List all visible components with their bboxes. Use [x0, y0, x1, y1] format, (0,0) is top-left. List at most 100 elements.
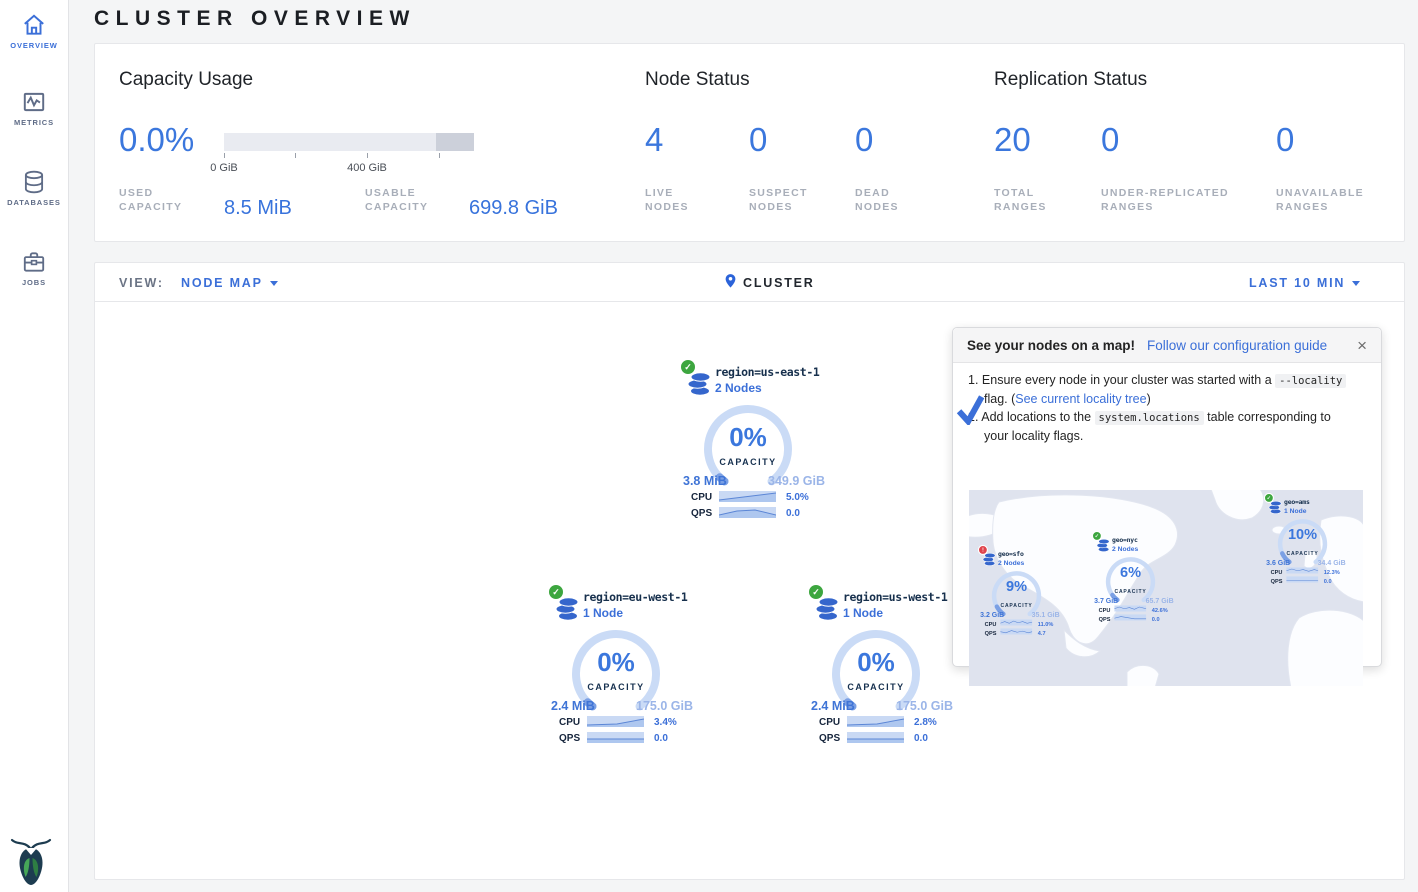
capacity-label: CAPACITY — [561, 682, 671, 692]
node-count-link[interactable]: 2 Nodes — [715, 381, 762, 395]
chevron-down-icon — [1352, 281, 1360, 286]
axis-tick — [367, 153, 368, 158]
total-ranges-label: TOTAL RANGES — [994, 186, 1064, 214]
popup-step-1: 1. Ensure every node in your cluster was… — [968, 371, 1373, 390]
capacity-percent: 6% — [1100, 567, 1162, 577]
sidebar-item-label: OVERVIEW — [0, 41, 68, 50]
cpu-sparkline — [587, 716, 644, 727]
mini-node-sfo: ! geo=sfo 2 Nodes 9% CAPACITY — [979, 546, 1063, 637]
breadcrumb: CLUSTER — [743, 276, 815, 290]
cpu-label: CPU — [691, 492, 712, 503]
node-status-title: Node Status — [645, 69, 750, 91]
mini-node-ams: ✓ geo=ams 1 Node 10% CAPACITY — [1265, 494, 1349, 585]
sidebar-item-databases[interactable]: DATABASES — [0, 169, 68, 207]
cpu-sparkline — [1286, 567, 1318, 573]
suspect-nodes-label: SUSPECT NODES — [749, 186, 825, 214]
cpu-sparkline — [847, 716, 904, 727]
view-bar: VIEW: NODE MAP CLUSTER LAST 10 MIN — [95, 263, 1404, 302]
qps-value: 0.0 — [914, 733, 928, 744]
region-label: region=us-west-1 — [843, 590, 947, 604]
region-node-eu-west-1[interactable]: ✓ region=eu-west-1 1 Node 0% CAPACITY 2.… — [549, 585, 699, 748]
qps-sparkline — [847, 732, 904, 743]
cockroach-logo — [10, 836, 52, 888]
under-replicated-count: 0 — [1101, 121, 1119, 159]
live-nodes-label: LIVE NODES — [645, 186, 715, 214]
qps-sparkline — [1114, 614, 1146, 620]
qps-label: QPS — [691, 508, 712, 519]
node-count: 1 Node — [1284, 506, 1306, 516]
qps-sparkline — [1286, 576, 1318, 582]
summary-card: Capacity Usage 0.0% 0 GiB 400 GiB USED C… — [94, 43, 1405, 242]
qps-label: QPS — [1099, 615, 1111, 625]
status-ok-badge: ✓ — [807, 583, 825, 601]
node-total-value: 175.0 GiB — [896, 699, 953, 713]
axis-tick — [439, 153, 440, 158]
map-preview-image: ! geo=sfo 2 Nodes 9% CAPACITY — [969, 490, 1363, 686]
location-pin-icon — [724, 273, 737, 289]
sidebar-item-label: DATABASES — [0, 198, 68, 207]
node-count: 2 Nodes — [1112, 544, 1138, 554]
qps-label: QPS — [985, 629, 997, 639]
capacity-percent: 0% — [821, 647, 931, 678]
metrics-icon — [21, 89, 47, 115]
sidebar-item-label: METRICS — [0, 118, 68, 127]
popup-step-2: 2. Add locations to the system.locations… — [968, 408, 1373, 427]
close-icon[interactable]: × — [1357, 337, 1367, 354]
node-count: 2 Nodes — [998, 558, 1024, 568]
view-label: VIEW: — [119, 276, 164, 290]
popup-title: See your nodes on a map! — [967, 338, 1135, 353]
region-node-us-west-1[interactable]: ✓ region=us-west-1 1 Node 0% CAPACITY 2.… — [809, 585, 959, 748]
unavailable-label: UNAVAILABLE RANGES — [1276, 186, 1381, 214]
cpu-label: CPU — [819, 717, 840, 728]
region-label: region=eu-west-1 — [583, 590, 687, 604]
sidebar-item-label: JOBS — [0, 278, 68, 287]
tick-label-0: 0 GiB — [204, 162, 244, 174]
home-icon — [21, 12, 47, 38]
capacity-usage-title: Capacity Usage — [119, 69, 253, 91]
cpu-value: 2.8% — [914, 717, 937, 728]
node-used-value: 2.4 MiB — [551, 699, 595, 713]
node-used-value: 3.8 MiB — [683, 474, 727, 488]
popup-body: 1. Ensure every node in your cluster was… — [953, 363, 1381, 445]
qps-label: QPS — [559, 733, 580, 744]
cpu-value: 5.0% — [786, 492, 809, 503]
popup-step-1-cont: flag. (See current locality tree) — [968, 390, 1373, 408]
map-config-popup: See your nodes on a map! Follow our conf… — [952, 327, 1382, 667]
node-total-value: 175.0 GiB — [636, 699, 693, 713]
tick-label-400: 400 GiB — [340, 162, 394, 174]
unavailable-count: 0 — [1276, 121, 1294, 159]
qps-value: 0.0 — [1324, 577, 1332, 587]
popup-header: See your nodes on a map! Follow our conf… — [953, 328, 1381, 363]
cpu-sparkline — [1000, 619, 1032, 625]
region-label: region=us-east-1 — [715, 365, 819, 379]
status-warn-badge: ! — [978, 545, 988, 555]
status-ok-badge: ✓ — [1092, 531, 1102, 541]
qps-sparkline — [1000, 628, 1032, 634]
qps-sparkline — [719, 507, 776, 518]
capacity-bar-reserved — [436, 133, 474, 151]
under-replicated-label: UNDER-REPLICATED RANGES — [1101, 186, 1246, 214]
sidebar-item-metrics[interactable]: METRICS — [0, 89, 68, 127]
axis-tick — [295, 153, 296, 158]
node-count-link[interactable]: 1 Node — [583, 606, 623, 620]
region-node-us-east-1[interactable]: ✓ region=us-east-1 2 Nodes 0% CAPACITY 3… — [681, 360, 831, 523]
popup-step-2-cont: your locality flags. — [968, 427, 1373, 445]
capacity-percent: 10% — [1272, 529, 1334, 539]
suspect-nodes-count: 0 — [749, 121, 767, 159]
dead-nodes-label: DEAD NODES — [855, 186, 925, 214]
time-range-dropdown[interactable]: LAST 10 MIN — [1249, 276, 1360, 290]
total-ranges-count: 20 — [994, 121, 1031, 159]
qps-value: 0.0 — [786, 508, 800, 519]
sidebar-item-overview[interactable]: OVERVIEW — [0, 12, 68, 50]
node-count-link[interactable]: 1 Node — [843, 606, 883, 620]
sidebar-item-jobs[interactable]: JOBS — [0, 249, 68, 287]
sidebar: OVERVIEW METRICS DATABASES JO — [0, 0, 69, 892]
configuration-guide-link[interactable]: Follow our configuration guide — [1147, 338, 1327, 353]
qps-value: 0.0 — [1152, 615, 1160, 625]
locality-tree-link[interactable]: See current locality tree — [1015, 392, 1146, 406]
used-capacity-label: USED CAPACITY — [119, 186, 197, 214]
capacity-percent: 0% — [693, 422, 803, 453]
view-selector-dropdown[interactable]: NODE MAP — [181, 276, 278, 290]
cpu-value: 3.4% — [654, 717, 677, 728]
dead-nodes-count: 0 — [855, 121, 873, 159]
